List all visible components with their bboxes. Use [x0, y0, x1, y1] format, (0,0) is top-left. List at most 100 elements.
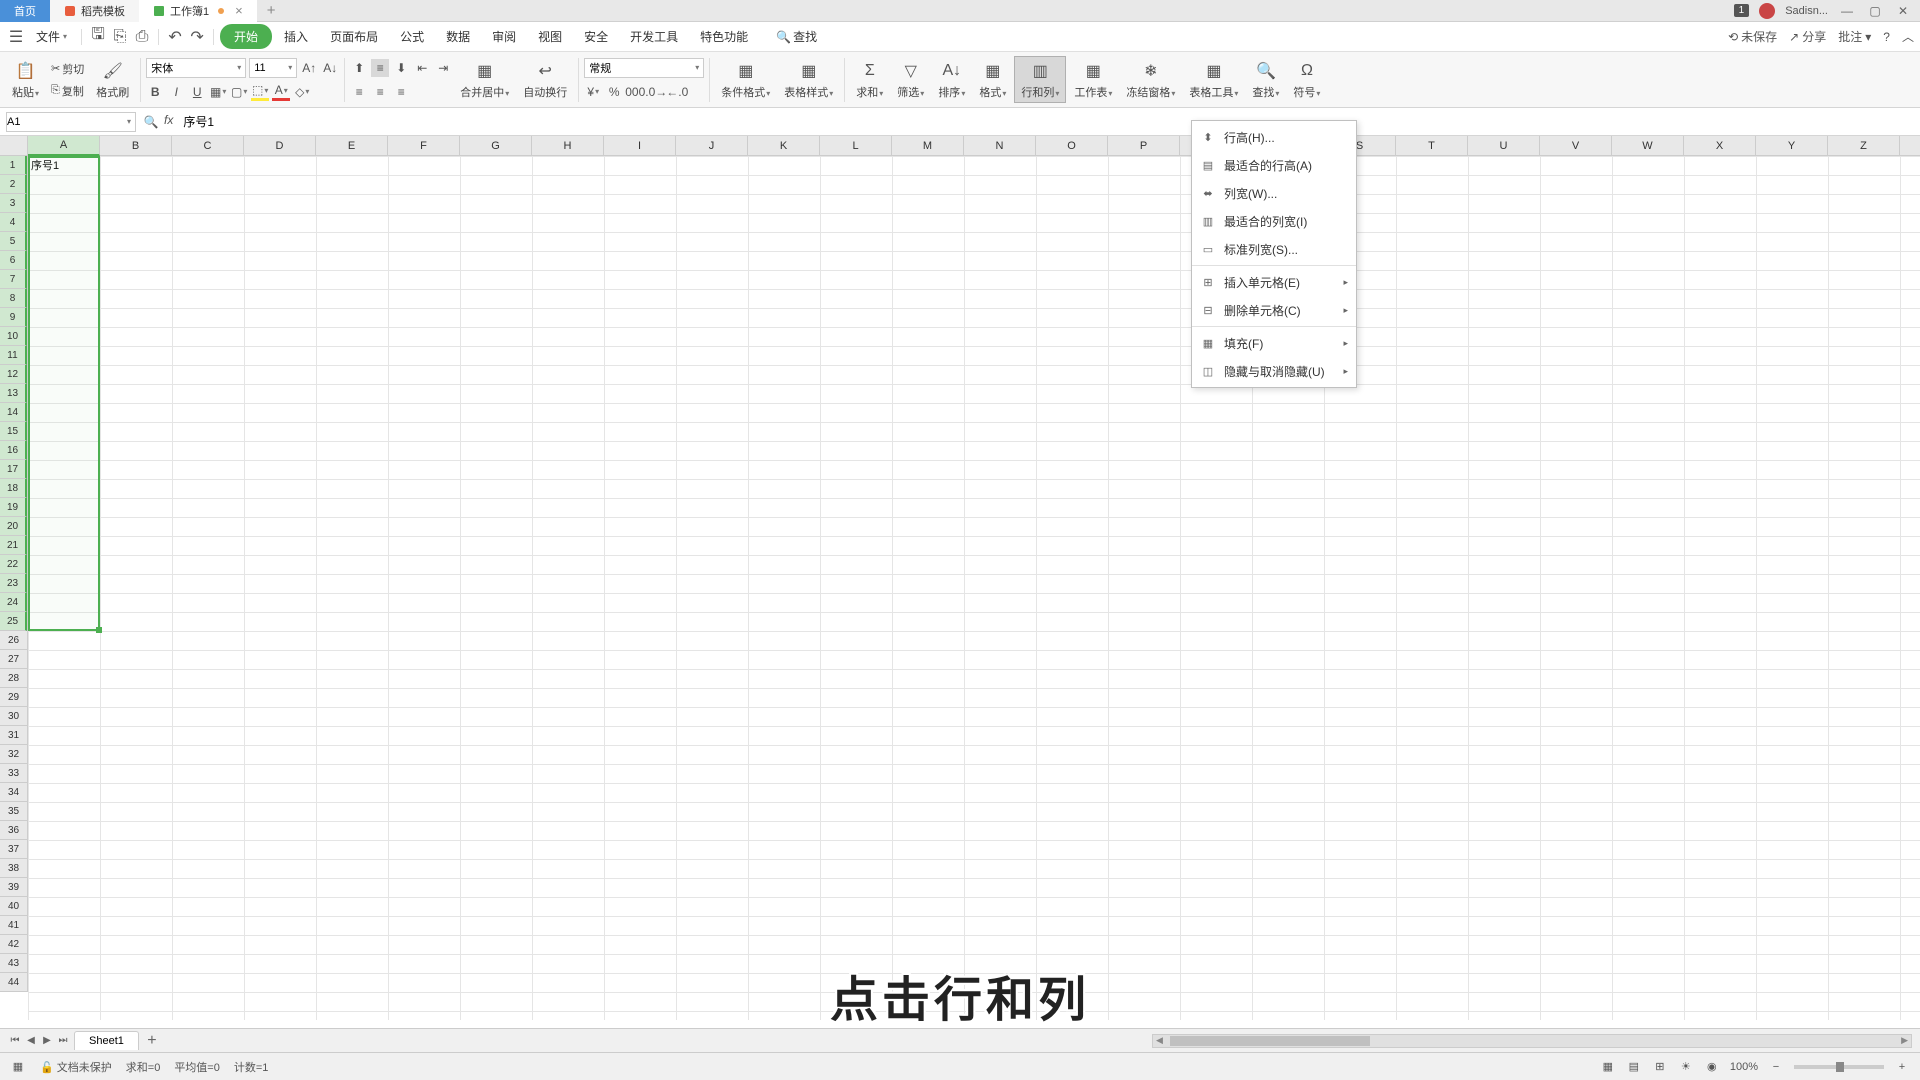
- decimal-increase-icon[interactable]: .0→: [647, 83, 665, 101]
- row-header-1[interactable]: 1: [0, 156, 27, 175]
- cond-format-icon[interactable]: ▦: [734, 59, 758, 83]
- align-bottom-icon[interactable]: ⬇: [392, 59, 410, 77]
- help-icon[interactable]: ?: [1883, 30, 1890, 44]
- row-header-10[interactable]: 10: [0, 327, 27, 346]
- freeze-label[interactable]: 冻结窗格▾: [1126, 84, 1175, 100]
- sheet-nav-next-icon[interactable]: ▶: [40, 1034, 54, 1048]
- table-tools-label[interactable]: 表格工具▾: [1189, 84, 1238, 100]
- currency-icon[interactable]: ¥▾: [584, 83, 602, 101]
- col-header-D[interactable]: D: [244, 136, 316, 156]
- row-header-14[interactable]: 14: [0, 403, 27, 422]
- view-normal-icon[interactable]: ▦: [1600, 1059, 1616, 1075]
- row-col-group[interactable]: ▥ 行和列▾: [1014, 56, 1066, 103]
- formula-search-icon[interactable]: 🔍: [142, 113, 160, 131]
- row-header-42[interactable]: 42: [0, 935, 27, 954]
- col-header-B[interactable]: B: [100, 136, 172, 156]
- row-header-29[interactable]: 29: [0, 688, 27, 707]
- col-header-K[interactable]: K: [748, 136, 820, 156]
- col-header-J[interactable]: J: [676, 136, 748, 156]
- row-header-15[interactable]: 15: [0, 422, 27, 441]
- protect-status[interactable]: 🔓 文档未保护: [40, 1059, 112, 1075]
- sort-label[interactable]: 排序▾: [938, 84, 965, 100]
- menu-security[interactable]: 安全: [574, 24, 618, 49]
- border-icon[interactable]: ▦▾: [209, 83, 227, 101]
- row-header-23[interactable]: 23: [0, 574, 27, 593]
- row-header-12[interactable]: 12: [0, 365, 27, 384]
- tab-close-icon[interactable]: ×: [235, 3, 243, 18]
- sheet-tab-1[interactable]: Sheet1: [74, 1031, 139, 1050]
- col-header-P[interactable]: P: [1108, 136, 1180, 156]
- hamburger-icon[interactable]: ☰: [6, 27, 26, 47]
- row-header-24[interactable]: 24: [0, 593, 27, 612]
- row-header-31[interactable]: 31: [0, 726, 27, 745]
- dd-best-col[interactable]: ▥最适合的列宽(I): [1192, 207, 1356, 235]
- col-header-F[interactable]: F: [388, 136, 460, 156]
- font-color-icon[interactable]: A▾: [272, 83, 290, 101]
- row-header-43[interactable]: 43: [0, 954, 27, 973]
- menu-insert[interactable]: 插入: [274, 24, 318, 49]
- close-button[interactable]: ✕: [1894, 2, 1912, 20]
- fill-color-icon[interactable]: ⬚▾: [251, 83, 269, 101]
- col-header-V[interactable]: V: [1540, 136, 1612, 156]
- username-label[interactable]: Sadisn...: [1785, 5, 1828, 17]
- copy-button[interactable]: ⎘ 复制: [47, 81, 88, 101]
- freeze-icon[interactable]: ❄: [1139, 59, 1163, 83]
- sum-icon[interactable]: Σ: [858, 59, 882, 83]
- menu-formula[interactable]: 公式: [390, 24, 434, 49]
- zoom-slider[interactable]: [1794, 1065, 1884, 1069]
- find-label[interactable]: 查找▾: [1252, 84, 1279, 100]
- underline-icon[interactable]: U: [188, 83, 206, 101]
- eye-protect-icon[interactable]: ◉: [1704, 1059, 1720, 1075]
- row-header-22[interactable]: 22: [0, 555, 27, 574]
- fx-icon[interactable]: fx: [164, 113, 173, 131]
- font-size-select[interactable]: 11▾: [249, 58, 297, 78]
- row-header-44[interactable]: 44: [0, 973, 27, 992]
- number-format-select[interactable]: 常规▾: [584, 58, 704, 78]
- align-top-icon[interactable]: ⬆: [350, 59, 368, 77]
- status-mode-icon[interactable]: ▦: [10, 1059, 26, 1075]
- zoom-level[interactable]: 100%: [1730, 1061, 1758, 1073]
- name-box[interactable]: A1▾: [6, 112, 136, 132]
- maximize-button[interactable]: ▢: [1866, 2, 1884, 20]
- undo-icon[interactable]: ↶: [165, 27, 185, 47]
- print-icon[interactable]: ⎙: [132, 27, 152, 47]
- row-header-37[interactable]: 37: [0, 840, 27, 859]
- col-header-Z[interactable]: Z: [1828, 136, 1900, 156]
- add-sheet-button[interactable]: +: [143, 1032, 161, 1050]
- indent-increase-icon[interactable]: ⇥: [434, 59, 452, 77]
- find-icon[interactable]: 🔍: [1254, 59, 1278, 83]
- notification-badge[interactable]: 1: [1734, 4, 1750, 17]
- bold-icon[interactable]: B: [146, 83, 164, 101]
- row-header-25[interactable]: 25: [0, 612, 27, 631]
- filter-label[interactable]: 筛选▾: [897, 84, 924, 100]
- menu-devtools[interactable]: 开发工具: [620, 24, 688, 49]
- row-header-21[interactable]: 21: [0, 536, 27, 555]
- menu-data[interactable]: 数据: [436, 24, 480, 49]
- zoom-in-icon[interactable]: +: [1894, 1059, 1910, 1075]
- file-menu[interactable]: 文件▾: [28, 25, 75, 48]
- align-middle-icon[interactable]: ≡: [371, 59, 389, 77]
- dd-delete-cell[interactable]: ⊟删除单元格(C)▸: [1192, 296, 1356, 324]
- row-header-26[interactable]: 26: [0, 631, 27, 650]
- cut-button[interactable]: ✂ 剪切: [47, 59, 88, 79]
- menu-review[interactable]: 审阅: [482, 24, 526, 49]
- row-header-9[interactable]: 9: [0, 308, 27, 327]
- sum-label[interactable]: 求和▾: [856, 84, 883, 100]
- format-painter-icon[interactable]: 🖌: [101, 59, 125, 83]
- menu-view[interactable]: 视图: [528, 24, 572, 49]
- tab-workbook[interactable]: 工作簿1 ×: [139, 0, 257, 22]
- view-breaks-icon[interactable]: ⊞: [1652, 1059, 1668, 1075]
- table-tools-icon[interactable]: ▦: [1202, 59, 1226, 83]
- dd-hide[interactable]: ◫隐藏与取消隐藏(U)▸: [1192, 357, 1356, 385]
- collapse-ribbon-icon[interactable]: ︿: [1902, 28, 1914, 45]
- reading-mode-icon[interactable]: ☀: [1678, 1059, 1694, 1075]
- row-header-5[interactable]: 5: [0, 232, 27, 251]
- row-header-30[interactable]: 30: [0, 707, 27, 726]
- menu-special[interactable]: 特色功能: [690, 24, 758, 49]
- col-header-G[interactable]: G: [460, 136, 532, 156]
- select-all-corner[interactable]: [0, 136, 28, 156]
- italic-icon[interactable]: I: [167, 83, 185, 101]
- row-header-6[interactable]: 6: [0, 251, 27, 270]
- wrap-label[interactable]: 自动换行: [523, 84, 567, 100]
- menu-start[interactable]: 开始: [220, 24, 272, 49]
